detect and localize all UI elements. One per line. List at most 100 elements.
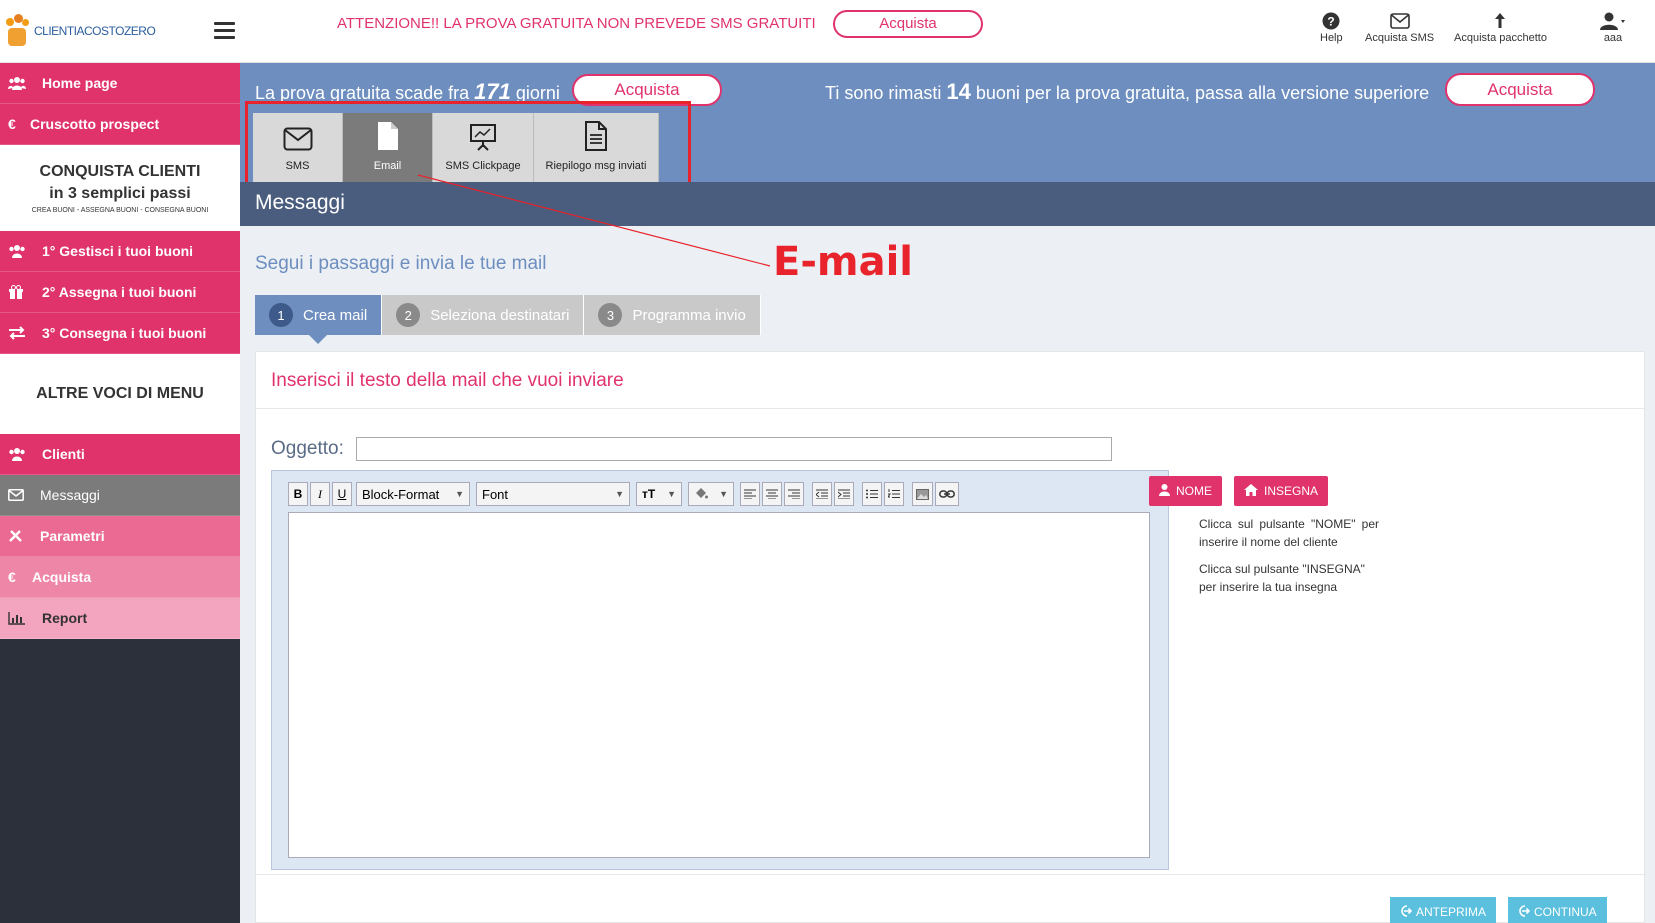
editor-toolbar: B I U Block-Format ▼ Font ▼ ᴛT ▼ ▼ — [288, 481, 961, 507]
promo-title-line1: CONQUISTA CLIENTI — [39, 163, 201, 180]
help-link[interactable]: ? Help — [1320, 10, 1343, 44]
align-center-icon[interactable] — [762, 482, 782, 506]
sidebar-item-label: Acquista — [32, 569, 92, 585]
promo-box: CONQUISTA CLIENTI in 3 semplici passi CR… — [0, 145, 240, 231]
chevron-down-icon: ▼ — [719, 489, 728, 499]
gift-icon — [8, 285, 36, 299]
subject-input[interactable] — [356, 437, 1112, 461]
rich-text-editor: B I U Block-Format ▼ Font ▼ ᴛT ▼ ▼ — [271, 470, 1169, 870]
trial-prefix: La prova gratuita scade fra — [255, 83, 470, 103]
text-size-icon: ᴛT — [642, 487, 656, 501]
help-insegna-text: Clicca sul pulsante "INSEGNA" per inseri… — [1199, 562, 1365, 594]
align-right-icon[interactable] — [784, 482, 804, 506]
annotation-highlight-box — [245, 101, 691, 187]
header-buy-button[interactable]: Acquista — [833, 10, 983, 38]
help-label: Help — [1320, 32, 1343, 44]
sidebar-item-label: Report — [42, 610, 88, 626]
button-label: CONTINUA — [1534, 905, 1597, 919]
align-left-icon[interactable] — [740, 482, 760, 506]
wizard-step-programma[interactable]: 3 Programma invio — [584, 295, 761, 335]
underline-button[interactable]: U — [332, 482, 352, 506]
sidebar-item-report[interactable]: Report — [0, 598, 240, 639]
sidebar-item-clienti[interactable]: Clienti — [0, 434, 240, 475]
sidebar-item-label: Cruscotto prospect — [30, 116, 160, 132]
tools-icon — [8, 529, 36, 543]
sidebar-item-home[interactable]: Home page — [0, 63, 240, 104]
sidebar-item-cruscotto[interactable]: € Cruscotto prospect — [0, 104, 240, 145]
paint-bucket-icon — [694, 486, 708, 503]
subject-label: Oggetto: — [271, 438, 344, 459]
euro-icon: € — [8, 569, 16, 585]
chevron-down-icon: ▼ — [615, 489, 624, 499]
other-menu-heading: ALTRE VOCI DI MENU — [36, 385, 204, 402]
insert-insegna-button[interactable]: INSEGNA — [1234, 476, 1329, 506]
sidebar-item-label: Clienti — [42, 446, 85, 462]
divider — [256, 408, 1644, 409]
italic-button[interactable]: I — [310, 482, 330, 506]
numbered-list-icon[interactable] — [884, 482, 904, 506]
sidebar-item-label: Home page — [42, 75, 118, 91]
continue-button[interactable]: CONTINUA — [1508, 897, 1607, 923]
user-name: aaa — [1603, 32, 1623, 44]
step-label: Crea mail — [303, 306, 368, 324]
indent-icon[interactable] — [834, 482, 854, 506]
color-select[interactable]: ▼ — [688, 482, 734, 506]
sign-in-icon — [1400, 904, 1413, 920]
sidebar-item-step3[interactable]: 3° Consegna i tuoi buoni — [0, 313, 240, 354]
steps-heading: Segui i passaggi e invia le tue mail — [255, 253, 547, 274]
menu-toggle-icon[interactable] — [214, 22, 235, 40]
buoni-suffix: buoni per la prova gratuita, passa alla … — [975, 83, 1430, 103]
step-label: Programma invio — [632, 306, 746, 324]
buoni-prefix: Ti sono rimasti — [825, 83, 942, 103]
buoni-remaining: Ti sono rimasti 14 buoni per la prova gr… — [825, 79, 1429, 105]
annotation-label: E-mail — [773, 239, 914, 285]
wizard-step-destinatari[interactable]: 2 Seleziona destinatari — [382, 295, 585, 335]
insert-nome-button[interactable]: NOME — [1149, 476, 1222, 506]
sidebar-item-parametri[interactable]: Parametri — [0, 516, 240, 557]
chevron-down-icon: ▼ — [667, 489, 676, 499]
sign-in-icon — [1518, 904, 1531, 920]
font-select[interactable]: Font ▼ — [476, 482, 630, 506]
sidebar-item-step1[interactable]: 1° Gestisci i tuoi buoni — [0, 231, 240, 272]
bold-button[interactable]: B — [288, 482, 308, 506]
envelope-icon — [1389, 10, 1410, 32]
buy-sms-link[interactable]: Acquista SMS — [1365, 10, 1434, 44]
image-icon[interactable] — [912, 482, 933, 506]
sidebar-item-label: 3° Consegna i tuoi buoni — [42, 325, 207, 341]
sidebar-item-label: Parametri — [40, 528, 105, 544]
step-label: Seleziona destinatari — [430, 306, 570, 324]
preview-button[interactable]: ANTEPRIMA — [1390, 897, 1497, 923]
button-label: NOME — [1176, 484, 1212, 498]
button-label: INSEGNA — [1264, 484, 1319, 498]
svg-text:?: ? — [1328, 15, 1335, 29]
buy-package-link[interactable]: Acquista pacchetto — [1454, 10, 1547, 44]
sidebar: Home page € Cruscotto prospect CONQUISTA… — [0, 63, 240, 923]
divider — [256, 874, 1644, 875]
step-number: 3 — [598, 303, 623, 327]
outdent-icon[interactable] — [812, 482, 832, 506]
chevron-down-icon: ▼ — [455, 489, 464, 499]
upgrade-buy-button[interactable]: Acquista — [1445, 73, 1595, 106]
font-size-select[interactable]: ᴛT ▼ — [636, 482, 682, 506]
logo-text: CLIENTIACOSTOZERO — [34, 24, 156, 38]
user-icon — [1600, 10, 1626, 32]
wizard-step-crea-mail[interactable]: 1 Crea mail — [255, 295, 383, 344]
editor-text-area[interactable] — [288, 512, 1150, 858]
block-format-select[interactable]: Block-Format ▼ — [356, 482, 470, 506]
buy-sms-label: Acquista SMS — [1365, 32, 1435, 44]
users-icon — [8, 76, 36, 90]
logo[interactable]: CLIENTIACOSTOZERO — [4, 14, 156, 48]
question-circle-icon: ? — [1322, 10, 1340, 32]
home-icon — [1244, 483, 1258, 499]
sidebar-item-acquista[interactable]: € Acquista — [0, 557, 240, 598]
user-icon — [1159, 483, 1170, 499]
user-menu[interactable]: aaa — [1600, 10, 1626, 44]
font-value: Font — [482, 486, 509, 502]
promo-title-line2: in 3 semplici passi — [49, 185, 191, 202]
bar-chart-icon — [8, 611, 36, 625]
logo-mark-icon — [4, 14, 30, 48]
sidebar-item-messaggi[interactable]: Messaggi — [0, 475, 240, 516]
bullet-list-icon[interactable] — [862, 482, 882, 506]
link-icon[interactable] — [935, 482, 959, 506]
sidebar-item-step2[interactable]: 2° Assegna i tuoi buoni — [0, 272, 240, 313]
